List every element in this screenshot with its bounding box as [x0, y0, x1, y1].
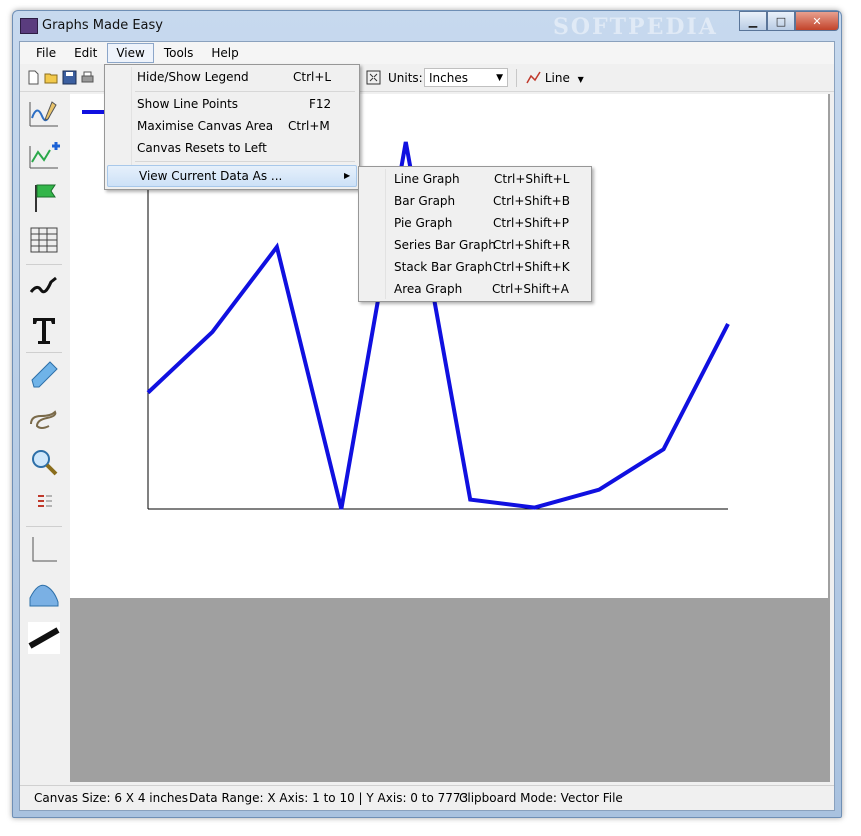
axes-icon — [32, 537, 57, 562]
menu-item-label: Line Graph — [394, 172, 460, 186]
trend-icon — [29, 276, 57, 294]
menu-separator — [135, 91, 355, 92]
draw-graph-icon — [29, 101, 58, 127]
maximize-button[interactable]: □ — [767, 11, 795, 31]
menu-file[interactable]: File — [28, 44, 64, 62]
toolbar-divider — [26, 526, 62, 527]
watermark: SOFTPEDIA — [553, 14, 718, 40]
chevron-down-icon: ▼ — [577, 75, 584, 84]
flag-icon — [35, 184, 56, 212]
menu-bar: File Edit View Tools Help — [20, 42, 834, 64]
app-icon — [20, 18, 38, 34]
draw-graph-tool[interactable] — [28, 98, 60, 130]
menu-item-shortcut: F12 — [309, 97, 332, 111]
grid-tool[interactable] — [28, 224, 60, 256]
menu-item-label: Maximise Canvas Area — [137, 119, 274, 133]
menu-item-shortcut: Ctrl+Shift+P — [493, 216, 569, 230]
fit-canvas-icon[interactable] — [366, 70, 381, 85]
status-canvas-size: Canvas Size: 6 X 4 inches — [34, 791, 189, 805]
menu-item-label: Series Bar Graph — [394, 238, 496, 252]
area-tool[interactable] — [28, 578, 60, 610]
toolbar-divider — [26, 352, 62, 353]
submenu-item-line-graph[interactable]: Line Graph Ctrl+Shift+L — [361, 169, 589, 189]
save-icon[interactable] — [62, 70, 77, 85]
close-button[interactable]: ✕ — [795, 11, 839, 31]
units-value: Inches — [429, 71, 468, 85]
text-icon — [33, 318, 55, 344]
new-icon[interactable] — [26, 70, 41, 85]
menu-tools[interactable]: Tools — [156, 44, 202, 62]
toolbar-divider — [26, 264, 62, 265]
menu-item-shortcut: Ctrl+Shift+L — [494, 172, 570, 186]
menu-item-shortcut: Ctrl+Shift+A — [492, 282, 569, 296]
grid-icon — [30, 227, 58, 253]
window-title: Graphs Made Easy — [42, 18, 163, 33]
menu-item-shortcut: Ctrl+Shift+K — [493, 260, 570, 274]
zoom-icon — [32, 450, 58, 476]
menu-item-label: Hide/Show Legend — [137, 70, 249, 84]
status-data-range: Data Range: X Axis: 1 to 10 | Y Axis: 0 … — [189, 791, 469, 805]
menu-item-canvas-resets-left[interactable]: Canvas Resets to Left — [107, 138, 357, 158]
menu-item-shortcut: Ctrl+L — [293, 70, 332, 84]
units-label: Units: — [388, 71, 423, 85]
open-icon[interactable] — [44, 70, 59, 85]
legend-icon — [38, 495, 52, 507]
menu-item-shortcut: Ctrl+M — [288, 119, 330, 133]
menu-item-maximise-canvas[interactable]: Maximise Canvas Area Ctrl+M — [107, 116, 357, 136]
minimize-button[interactable]: ▁ — [739, 11, 767, 31]
menu-item-hide-show-legend[interactable]: Hide/Show Legend Ctrl+L — [107, 67, 357, 87]
menu-item-label: Pie Graph — [394, 216, 453, 230]
axes-tool[interactable] — [28, 534, 60, 566]
view-data-as-submenu: Line Graph Ctrl+Shift+L Bar Graph Ctrl+S… — [358, 166, 592, 302]
line-thickness-icon — [28, 622, 60, 654]
status-bar: Canvas Size: 6 X 4 inches Data Range: X … — [20, 785, 834, 810]
submenu-item-bar-graph[interactable]: Bar Graph Ctrl+Shift+B — [361, 191, 589, 211]
line-graph-icon — [526, 71, 541, 84]
text-tool[interactable] — [28, 314, 60, 346]
freehand-icon — [30, 410, 57, 429]
menu-help[interactable]: Help — [203, 44, 246, 62]
menu-view[interactable]: View — [107, 43, 154, 63]
trend-tool[interactable] — [28, 270, 60, 302]
title-bar[interactable]: Graphs Made Easy SOFTPEDIA ▁ □ ✕ — [13, 11, 841, 40]
menu-item-label: Area Graph — [394, 282, 463, 296]
flag-tool[interactable] — [28, 182, 60, 214]
submenu-arrow-icon: ▶ — [344, 171, 351, 180]
toolbar-separator — [516, 69, 517, 87]
line-type-button[interactable]: Line ▼ — [526, 69, 584, 87]
view-menu-dropdown: Hide/Show Legend Ctrl+L Show Line Points… — [104, 64, 360, 190]
print-icon[interactable] — [80, 70, 95, 85]
submenu-item-series-bar-graph[interactable]: Series Bar Graph Ctrl+Shift+R — [361, 235, 589, 255]
menu-item-label: View Current Data As ... — [139, 169, 283, 183]
area-icon — [29, 584, 59, 607]
add-point-tool[interactable] — [28, 140, 60, 172]
menu-item-shortcut: Ctrl+Shift+R — [493, 238, 571, 252]
left-toolbar — [24, 94, 64, 670]
menu-item-view-current-data-as[interactable]: View Current Data As ... ▶ — [107, 165, 357, 187]
chevron-down-icon: ▼ — [496, 73, 503, 83]
units-select[interactable]: Inches ▼ — [424, 68, 508, 87]
status-clipboard-mode: Clipboard Mode: Vector File — [459, 791, 623, 805]
legend-tool[interactable] — [28, 486, 60, 518]
menu-item-label: Stack Bar Graph — [394, 260, 493, 274]
menu-item-shortcut: Ctrl+Shift+B — [493, 194, 570, 208]
menu-separator — [135, 161, 355, 162]
menu-item-label: Canvas Resets to Left — [137, 141, 267, 155]
line-thickness-tool[interactable] — [28, 622, 60, 654]
submenu-item-pie-graph[interactable]: Pie Graph Ctrl+Shift+P — [361, 213, 589, 233]
menu-edit[interactable]: Edit — [66, 44, 105, 62]
menu-item-label: Bar Graph — [394, 194, 456, 208]
submenu-item-stack-bar-graph[interactable]: Stack Bar Graph Ctrl+Shift+K — [361, 257, 589, 277]
menu-item-label: Show Line Points — [137, 97, 239, 111]
add-point-icon — [29, 142, 60, 169]
zoom-tool[interactable] — [28, 446, 60, 478]
eraser-tool[interactable] — [28, 358, 60, 390]
menu-item-show-line-points[interactable]: Show Line Points F12 — [107, 94, 357, 114]
submenu-item-area-graph[interactable]: Area Graph Ctrl+Shift+A — [361, 279, 589, 299]
eraser-icon — [31, 361, 58, 388]
freehand-tool[interactable] — [28, 402, 60, 434]
line-type-label: Line — [544, 71, 570, 85]
